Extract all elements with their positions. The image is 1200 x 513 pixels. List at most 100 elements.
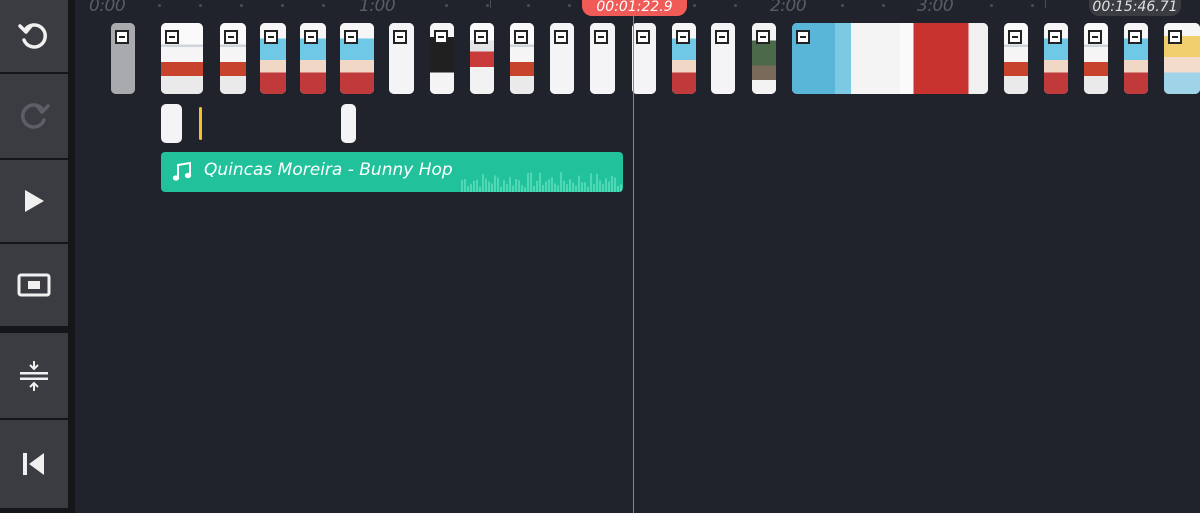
waveform-bar: [497, 177, 499, 192]
playhead-time-badge[interactable]: 00:01:22.9: [582, 0, 687, 16]
video-clip[interactable]: [632, 23, 656, 94]
text-clip-marker[interactable]: [199, 107, 202, 140]
music-note-icon: [171, 161, 193, 187]
skip-to-start-icon: [20, 450, 48, 478]
video-clip[interactable]: [792, 23, 988, 94]
video-clip[interactable]: [161, 23, 203, 94]
video-clip[interactable]: [1044, 23, 1068, 94]
waveform-bar: [596, 173, 598, 192]
video-clip[interactable]: [220, 23, 246, 94]
waveform-bar: [491, 183, 493, 192]
ruler-dot: [445, 4, 448, 7]
ruler-dot: [693, 4, 696, 7]
ruler-dot: [240, 4, 243, 7]
play-button[interactable]: [0, 160, 68, 242]
waveform-bar: [560, 172, 562, 192]
waveform-bar: [554, 183, 556, 192]
overlay-clip[interactable]: [161, 104, 182, 143]
ruler-label-2: 2:00: [770, 0, 807, 16]
waveform-bar: [494, 175, 496, 192]
ruler-dot: [486, 4, 489, 7]
video-clip[interactable]: [340, 23, 374, 94]
ruler-tick: [1045, 0, 1046, 8]
waveform-bar: [524, 187, 526, 192]
waveform-bar: [587, 186, 589, 192]
ruler-dot: [1031, 4, 1034, 7]
video-clip[interactable]: [550, 23, 574, 94]
waveform-bar: [575, 185, 577, 192]
waveform-bar: [578, 175, 580, 192]
timeline[interactable]: 0:00 1:00 2:00 3:00 Quincas Moreira - Bu…: [75, 0, 1200, 513]
skip-to-start-button[interactable]: [0, 420, 68, 508]
waveform-bar: [542, 184, 544, 192]
video-clip[interactable]: [1084, 23, 1108, 94]
waveform-bar: [476, 179, 478, 192]
waveform-bar: [530, 172, 532, 192]
waveform-bar: [545, 181, 547, 192]
audio-clip-title: Quincas Moreira - Bunny Hop: [204, 160, 453, 180]
ruler-dot: [527, 4, 530, 7]
playhead-line[interactable]: [633, 14, 634, 513]
waveform-bar: [485, 178, 487, 192]
video-clip[interactable]: [510, 23, 534, 94]
video-clip[interactable]: [389, 23, 414, 94]
waveform-bar: [566, 184, 568, 192]
ruler-dot: [882, 4, 885, 7]
ruler-dot: [322, 4, 325, 7]
waveform-bar: [614, 177, 616, 192]
waveform-bar: [503, 180, 505, 192]
video-clip[interactable]: [1124, 23, 1148, 94]
waveform-bar: [509, 177, 511, 192]
undo-button[interactable]: [0, 0, 68, 72]
waveform-bar: [605, 178, 607, 192]
waveform-bar: [608, 181, 610, 192]
waveform-bar: [521, 185, 523, 192]
video-clip[interactable]: [470, 23, 494, 94]
ruler-dot: [281, 4, 284, 7]
waveform-bar: [479, 186, 481, 192]
waveform-bar: [527, 172, 529, 192]
total-duration-badge: 00:15:46.71: [1089, 0, 1181, 16]
waveform-bar: [590, 173, 592, 192]
waveform-bar: [470, 184, 472, 192]
ruler-label-0: 0:00: [89, 0, 126, 16]
video-clip[interactable]: [111, 23, 135, 94]
video-clip[interactable]: [711, 23, 735, 94]
ruler-dot: [158, 4, 161, 7]
video-clip[interactable]: [590, 23, 615, 94]
waveform-bar: [617, 185, 619, 192]
waveform-bar: [551, 177, 553, 192]
play-icon: [20, 187, 48, 215]
waveform-bar: [461, 180, 463, 192]
waveform-bar: [584, 182, 586, 192]
zoom-fit-button[interactable]: [0, 333, 68, 418]
waveform-bar: [467, 186, 469, 192]
redo-button[interactable]: [0, 74, 68, 158]
audio-clip[interactable]: Quincas Moreira - Bunny Hop: [161, 152, 623, 192]
ruler-dot: [734, 4, 737, 7]
waveform-bar: [620, 184, 622, 192]
waveform-bar: [557, 185, 559, 192]
preview-button[interactable]: [0, 244, 68, 326]
waveform-bar: [482, 173, 484, 192]
video-clip[interactable]: [300, 23, 326, 94]
waveform-bar: [518, 180, 520, 192]
ruler-dot: [841, 4, 844, 7]
waveform-bar: [506, 184, 508, 192]
ruler-dot: [199, 4, 202, 7]
waveform-bar: [599, 180, 601, 192]
overlay-clip[interactable]: [341, 104, 356, 143]
video-clip[interactable]: [752, 23, 776, 94]
ruler-label-1: 1:00: [359, 0, 396, 16]
waveform-bar: [563, 180, 565, 192]
video-clip[interactable]: [672, 23, 696, 94]
waveform-bar: [593, 184, 595, 192]
waveform-bar: [539, 172, 541, 192]
ruler-dot: [568, 4, 571, 7]
video-clip[interactable]: [430, 23, 454, 94]
video-clip[interactable]: [1004, 23, 1028, 94]
ruler-label-3: 3:00: [917, 0, 954, 16]
video-clip[interactable]: [1164, 23, 1200, 94]
waveform-bar: [473, 180, 475, 192]
video-clip[interactable]: [260, 23, 286, 94]
